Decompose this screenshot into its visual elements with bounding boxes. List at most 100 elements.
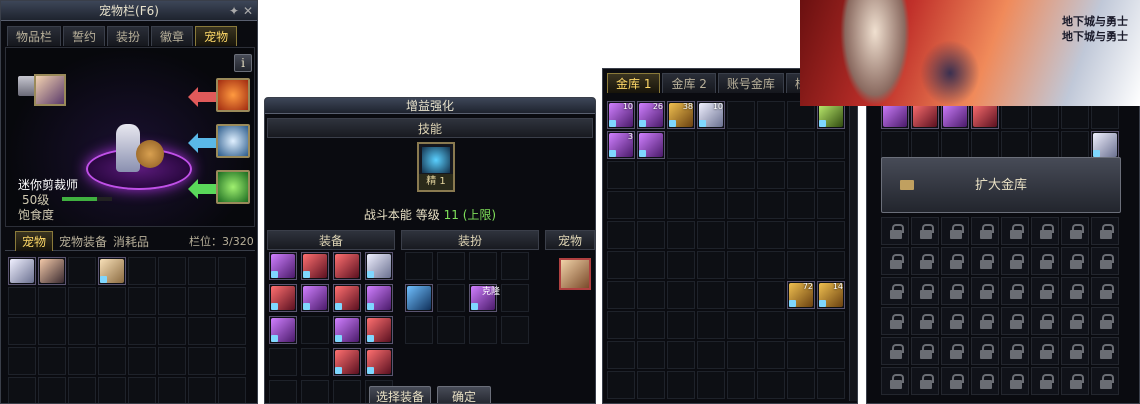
locked-slot[interactable]	[881, 247, 909, 275]
locked-slot[interactable]	[911, 307, 939, 335]
item-slot[interactable]	[301, 284, 329, 312]
empty-slot[interactable]	[637, 161, 665, 189]
item-slot[interactable]	[269, 252, 297, 280]
empty-slot[interactable]	[881, 131, 909, 159]
empty-slot[interactable]	[188, 287, 216, 315]
locked-slot[interactable]	[881, 337, 909, 365]
locked-slot[interactable]	[1031, 337, 1059, 365]
item-slot[interactable]	[333, 252, 361, 280]
locked-slot[interactable]	[1061, 247, 1089, 275]
empty-slot[interactable]	[637, 191, 665, 219]
empty-slot[interactable]	[667, 341, 695, 369]
locked-slot[interactable]	[1091, 217, 1119, 245]
locked-slot[interactable]	[941, 247, 969, 275]
empty-slot[interactable]	[667, 281, 695, 309]
empty-slot[interactable]	[757, 251, 785, 279]
item-slot[interactable]	[365, 252, 393, 280]
locked-slot[interactable]	[1031, 217, 1059, 245]
empty-slot[interactable]	[405, 252, 433, 280]
locked-slot[interactable]	[1061, 337, 1089, 365]
locked-slot[interactable]	[1061, 217, 1089, 245]
empty-slot[interactable]	[697, 221, 725, 249]
empty-slot[interactable]	[757, 371, 785, 399]
locked-slot[interactable]	[971, 307, 999, 335]
storage-scrollbar[interactable]	[849, 101, 857, 401]
empty-slot[interactable]	[697, 161, 725, 189]
empty-slot[interactable]	[757, 341, 785, 369]
empty-slot[interactable]	[637, 251, 665, 279]
empty-slot[interactable]	[911, 131, 939, 159]
empty-slot[interactable]	[607, 341, 635, 369]
empty-slot[interactable]	[697, 371, 725, 399]
locked-slot[interactable]	[941, 367, 969, 395]
empty-slot[interactable]	[787, 221, 815, 249]
empty-slot[interactable]	[98, 377, 126, 403]
item-slot[interactable]	[269, 284, 297, 312]
empty-slot[interactable]	[607, 311, 635, 339]
item-slot[interactable]	[365, 284, 393, 312]
item-slot[interactable]	[365, 348, 393, 376]
empty-slot[interactable]	[38, 317, 66, 345]
empty-slot[interactable]	[637, 221, 665, 249]
empty-slot[interactable]	[1001, 131, 1029, 159]
empty-slot[interactable]	[817, 341, 845, 369]
empty-slot[interactable]	[727, 341, 755, 369]
empty-slot[interactable]	[98, 347, 126, 375]
locked-slot[interactable]	[941, 307, 969, 335]
empty-slot[interactable]	[817, 251, 845, 279]
empty-slot[interactable]	[188, 347, 216, 375]
locked-slot[interactable]	[971, 247, 999, 275]
empty-slot[interactable]	[98, 317, 126, 345]
item-slot[interactable]	[8, 257, 36, 285]
pet-skill-nature-button[interactable]	[216, 170, 250, 204]
locked-slot[interactable]	[971, 217, 999, 245]
empty-slot[interactable]	[727, 281, 755, 309]
empty-slot[interactable]	[787, 341, 815, 369]
empty-slot[interactable]	[787, 161, 815, 189]
locked-slot[interactable]	[971, 367, 999, 395]
tab-pet[interactable]: 宠物	[195, 26, 238, 46]
pin-icon[interactable]: ✦	[229, 1, 239, 21]
locked-slot[interactable]	[1001, 337, 1029, 365]
locked-slot[interactable]	[911, 217, 939, 245]
empty-slot[interactable]	[971, 131, 999, 159]
empty-slot[interactable]	[787, 191, 815, 219]
empty-slot[interactable]	[68, 377, 96, 403]
empty-slot[interactable]	[8, 287, 36, 315]
empty-slot[interactable]	[607, 371, 635, 399]
expand-storage-button[interactable]: 扩大金库	[881, 157, 1121, 213]
empty-slot[interactable]	[301, 348, 329, 376]
empty-slot[interactable]	[727, 311, 755, 339]
subtab-pet[interactable]: 宠物	[15, 231, 54, 251]
empty-slot[interactable]	[218, 377, 246, 403]
empty-slot[interactable]	[787, 251, 815, 279]
locked-slot[interactable]	[881, 367, 909, 395]
locked-slot[interactable]	[1061, 307, 1089, 335]
pet-skill-fire-button[interactable]	[216, 78, 250, 112]
empty-slot[interactable]	[667, 131, 695, 159]
locked-slot[interactable]	[881, 307, 909, 335]
empty-slot[interactable]	[727, 191, 755, 219]
pet-portrait-icon[interactable]	[34, 74, 66, 106]
item-slot[interactable]: 38	[667, 101, 695, 129]
locked-slot[interactable]	[941, 217, 969, 245]
locked-slot[interactable]	[881, 217, 909, 245]
empty-slot[interactable]	[301, 316, 329, 344]
empty-slot[interactable]	[757, 131, 785, 159]
empty-slot[interactable]	[437, 252, 465, 280]
empty-slot[interactable]	[757, 191, 785, 219]
empty-slot[interactable]	[128, 317, 156, 345]
tab-storage-1[interactable]: 金库 1	[607, 73, 661, 93]
item-slot[interactable]: 72	[787, 281, 815, 309]
empty-slot[interactable]	[158, 287, 186, 315]
empty-slot[interactable]	[501, 316, 529, 344]
empty-slot[interactable]	[405, 316, 433, 344]
empty-slot[interactable]	[637, 311, 665, 339]
locked-slot[interactable]	[1001, 367, 1029, 395]
locked-slot[interactable]	[1091, 367, 1119, 395]
locked-slot[interactable]	[1091, 337, 1119, 365]
empty-slot[interactable]	[269, 348, 297, 376]
empty-slot[interactable]	[607, 281, 635, 309]
empty-slot[interactable]	[188, 317, 216, 345]
empty-slot[interactable]	[727, 371, 755, 399]
